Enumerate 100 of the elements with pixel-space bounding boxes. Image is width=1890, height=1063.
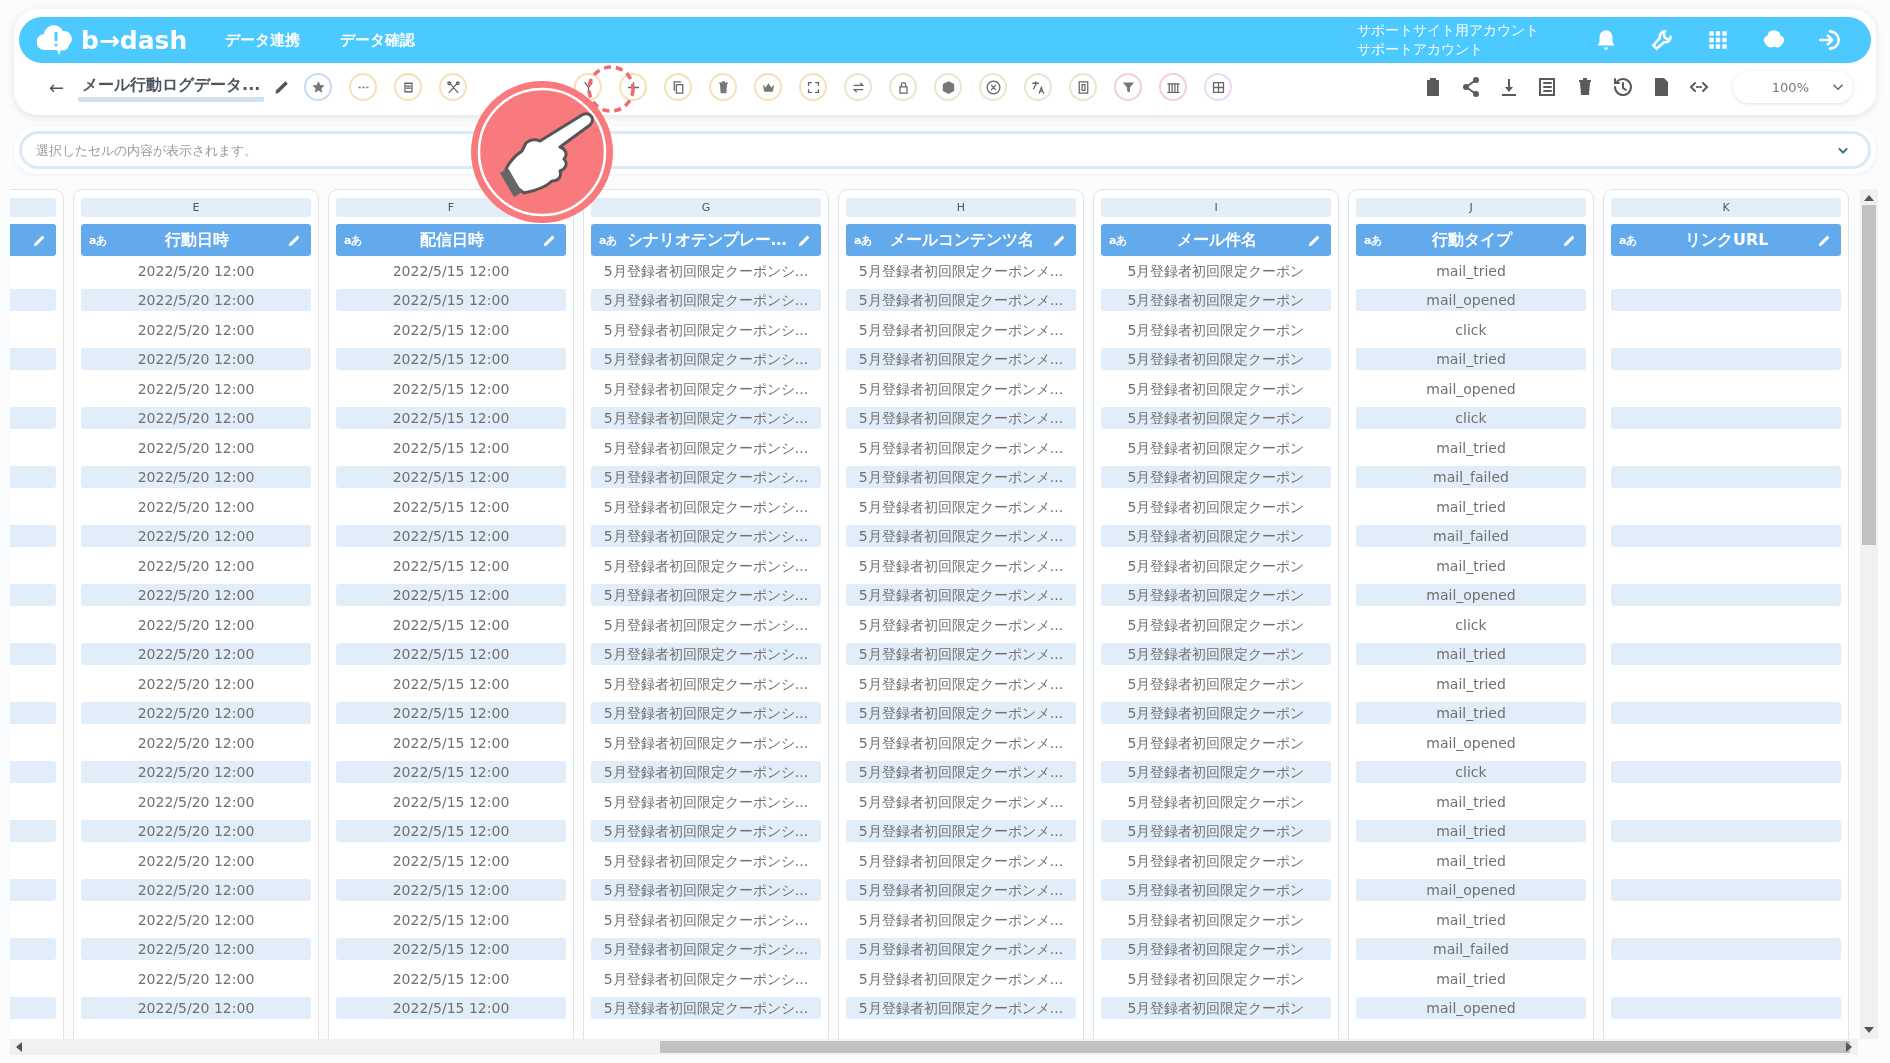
- table-cell: 5月登録者初回限定クーポンシ...: [591, 820, 821, 843]
- scroll-thumb[interactable]: [1862, 205, 1876, 545]
- column-letter[interactable]: H: [846, 198, 1076, 217]
- back-button[interactable]: ←: [49, 76, 65, 98]
- history-icon[interactable]: [1611, 75, 1635, 99]
- table-cell: 2022/5/15 12:00: [336, 525, 566, 548]
- scroll-left-icon[interactable]: [16, 1042, 22, 1052]
- table-cell: 2022/5/20 12:00: [81, 348, 311, 371]
- table-cell: 2022/5/15 12:00: [336, 761, 566, 784]
- table-cell-text: 5月登録者初回限定クーポンメ...: [857, 969, 1065, 989]
- table-cell: 5月登録者初回限定クーポンメ...: [846, 289, 1076, 312]
- pillars-icon[interactable]: [1159, 73, 1188, 101]
- table-cell-text: 5月登録者初回限定クーポン: [1126, 497, 1306, 517]
- table-cell-text: 5月登録者初回限定クーポン: [1126, 615, 1306, 635]
- table-cell-text: mail_tried: [1435, 910, 1507, 930]
- table-cell-text: 5月登録者初回限定クーポン: [1126, 379, 1306, 399]
- table-cell-text: 5月登録者初回限定クーポンメ...: [857, 792, 1065, 812]
- table-cell-text: 5月登録者初回限定クーポン: [1126, 674, 1306, 694]
- horizontal-scrollbar[interactable]: [10, 1039, 1858, 1055]
- trash-icon[interactable]: [709, 73, 738, 101]
- table-cell: 2022/5/15 12:00: [336, 466, 566, 489]
- column-header[interactable]: aあ 配信日時: [336, 224, 566, 256]
- table-cell-text: 2022/5/15 12:00: [391, 556, 511, 576]
- table-cell-text: 2022/5/20 12:00: [136, 615, 256, 635]
- table-cell-text: 5月登録者初回限定クーポンシ...: [602, 556, 810, 576]
- table-cell-text: mail_tried: [1435, 438, 1507, 458]
- table-cell: 5月登録者初回限定クーポンシ...: [591, 997, 821, 1020]
- table-cell-text: 5月登録者初回限定クーポンシ...: [602, 733, 810, 753]
- frame-icon[interactable]: [1069, 73, 1098, 101]
- table-cell-text: 2022/5/20 12:00: [136, 733, 256, 753]
- table-cell-text: 5月登録者初回限定クーポンメ...: [857, 851, 1065, 871]
- crown-icon[interactable]: [754, 73, 783, 101]
- dots-icon[interactable]: [349, 73, 378, 101]
- table-cell: 5月登録者初回限定クーポン: [1101, 525, 1331, 548]
- table-cell-text: 2022/5/20 12:00: [136, 969, 256, 989]
- expand-icon[interactable]: [799, 73, 828, 101]
- table-cell-text: 2022/5/15 12:00: [391, 792, 511, 812]
- cell-content-field[interactable]: 選択したセルの内容が表示されます。: [19, 131, 1871, 169]
- table-cell-text: 2022/5/20 12:00: [136, 851, 256, 871]
- table-cell: 5月登録者初回限定クーポンメ...: [846, 879, 1076, 902]
- account-name: サポートアカウント: [1357, 40, 1484, 59]
- translate-icon[interactable]: [1024, 73, 1053, 101]
- table-cell: 5月登録者初回限定クーポンシ...: [591, 879, 821, 902]
- table-cell: 5月登録者初回限定クーポン: [1101, 466, 1331, 489]
- column-letter[interactable]: K: [1611, 198, 1841, 217]
- table-cell-text: 5月登録者初回限定クーポンシ...: [602, 438, 810, 458]
- table-cell: 5月登録者初回限定クーポンシ...: [591, 407, 821, 430]
- table-cell-text: 5月登録者初回限定クーポンメ...: [857, 556, 1065, 576]
- column-letter[interactable]: E: [81, 198, 311, 217]
- table-cell: mail_opened: [1356, 997, 1586, 1020]
- table-cell: mail_failed: [1356, 466, 1586, 489]
- table-cell: mail_tried: [1356, 702, 1586, 725]
- type-label: aあ: [854, 232, 873, 248]
- column-header[interactable]: aあ 行動タイプ: [1356, 224, 1586, 256]
- vertical-scrollbar[interactable]: [1860, 189, 1878, 1039]
- column-name: メールコンテンツ名: [888, 229, 1035, 251]
- table-cell-text: mail_tried: [1435, 851, 1507, 871]
- table-cell: 5月登録者初回限定クーポン: [1101, 643, 1331, 666]
- scroll-thumb[interactable]: [660, 1041, 1850, 1053]
- sheet-title[interactable]: メール行動ログデータ...: [78, 72, 265, 102]
- cancel-icon[interactable]: [979, 73, 1008, 101]
- lock-icon[interactable]: [889, 73, 918, 101]
- column-header[interactable]: aあ 行動日時: [81, 224, 311, 256]
- column-letter[interactable]: G: [591, 198, 821, 217]
- type-label: aあ: [344, 232, 363, 248]
- table-cell: 5月登録者初回限定クーポンメ...: [846, 584, 1076, 607]
- table-cell: 2022/5/20 12:00: [81, 997, 311, 1020]
- table-cell: 5月登録者初回限定クーポンシ...: [591, 702, 821, 725]
- zoom-select[interactable]: 100%: [1733, 71, 1853, 103]
- column-header[interactable]: aあ リンクURL: [1611, 224, 1841, 256]
- table-cell: 5月登録者初回限定クーポンシ...: [591, 584, 821, 607]
- table-cell: mail_opened: [1356, 879, 1586, 902]
- table-cell-text: 5月登録者初回限定クーポン: [1126, 851, 1306, 871]
- table-cell: 2022/5/20 12:00: [81, 584, 311, 607]
- table-cell-text: 2022/5/15 12:00: [391, 910, 511, 930]
- table-cell: 5月登録者初回限定クーポン: [1101, 407, 1331, 430]
- scroll-down-icon[interactable]: [1864, 1027, 1874, 1033]
- column-letter[interactable]: I: [1101, 198, 1331, 217]
- filter-icon[interactable]: [1114, 73, 1143, 101]
- column-name: メール件名: [1175, 229, 1258, 251]
- copy-icon[interactable]: [664, 73, 693, 101]
- table-cell: 5月登録者初回限定クーポンメ...: [846, 997, 1076, 1020]
- swap-icon[interactable]: [844, 73, 873, 101]
- column-header[interactable]: aあ メール件名: [1101, 224, 1331, 256]
- note-icon[interactable]: [394, 73, 423, 101]
- column-header[interactable]: aあ シナリオテンプレー…: [591, 224, 821, 256]
- table-cell: mail_failed: [1356, 938, 1586, 961]
- table-cell: 2022/5/15 12:00: [336, 643, 566, 666]
- table-cell: 5月登録者初回限定クーポンシ...: [591, 761, 821, 784]
- table-cell-text: 2022/5/20 12:00: [136, 379, 256, 399]
- table-cell-text: 5月登録者初回限定クーポンシ...: [602, 261, 810, 281]
- column-header[interactable]: aあ メールコンテンツ名: [846, 224, 1076, 256]
- scroll-right-icon[interactable]: [1846, 1042, 1852, 1052]
- box-icon[interactable]: [934, 73, 963, 101]
- plus-icon[interactable]: [619, 73, 648, 101]
- column-letter[interactable]: J: [1356, 198, 1586, 217]
- grid-icon[interactable]: [1204, 73, 1233, 101]
- column-name: 配信日時: [418, 229, 485, 251]
- table-cell: 2022/5/15 12:00: [336, 997, 566, 1020]
- scissors-icon[interactable]: [439, 73, 468, 101]
